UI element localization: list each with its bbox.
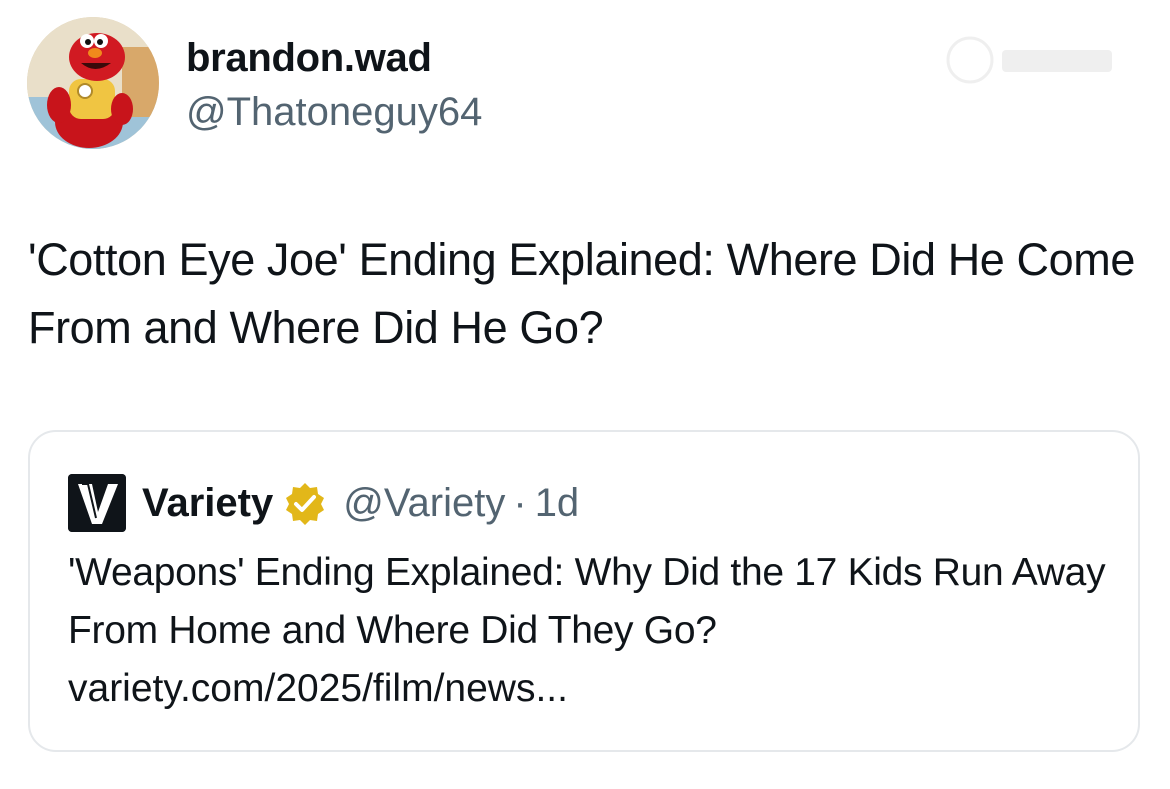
author-handle[interactable]: @Thatoneguy64: [186, 88, 482, 136]
tweet: brandon.wad @Thatoneguy64 'Cotton Eye Jo…: [0, 0, 1170, 789]
quoted-tweet-card[interactable]: Variety @Variety · 1d 'Weapons' Ending E…: [28, 430, 1140, 752]
quoted-tweet-text: 'Weapons' Ending Explained: Why Did the …: [68, 551, 1106, 652]
author-display-name[interactable]: brandon.wad: [186, 34, 432, 82]
quoted-author-name[interactable]: Variety: [142, 481, 273, 526]
quoted-author-handle[interactable]: @Variety: [343, 481, 505, 526]
gold-verified-badge-icon: [286, 483, 325, 525]
red-puppet-avatar-icon: [27, 17, 159, 149]
author-avatar[interactable]: [27, 17, 159, 149]
quoted-tweet-header: Variety @Variety · 1d: [68, 474, 579, 532]
watermark-logo: [940, 30, 1120, 90]
tweet-text: 'Cotton Eye Joe' Ending Explained: Where…: [28, 234, 1135, 353]
variety-logo-icon[interactable]: [68, 474, 126, 532]
quoted-tweet-link[interactable]: variety.com/2025/film/news...: [68, 660, 568, 718]
quoted-timestamp[interactable]: 1d: [535, 481, 580, 526]
separator-dot: ·: [513, 480, 527, 525]
